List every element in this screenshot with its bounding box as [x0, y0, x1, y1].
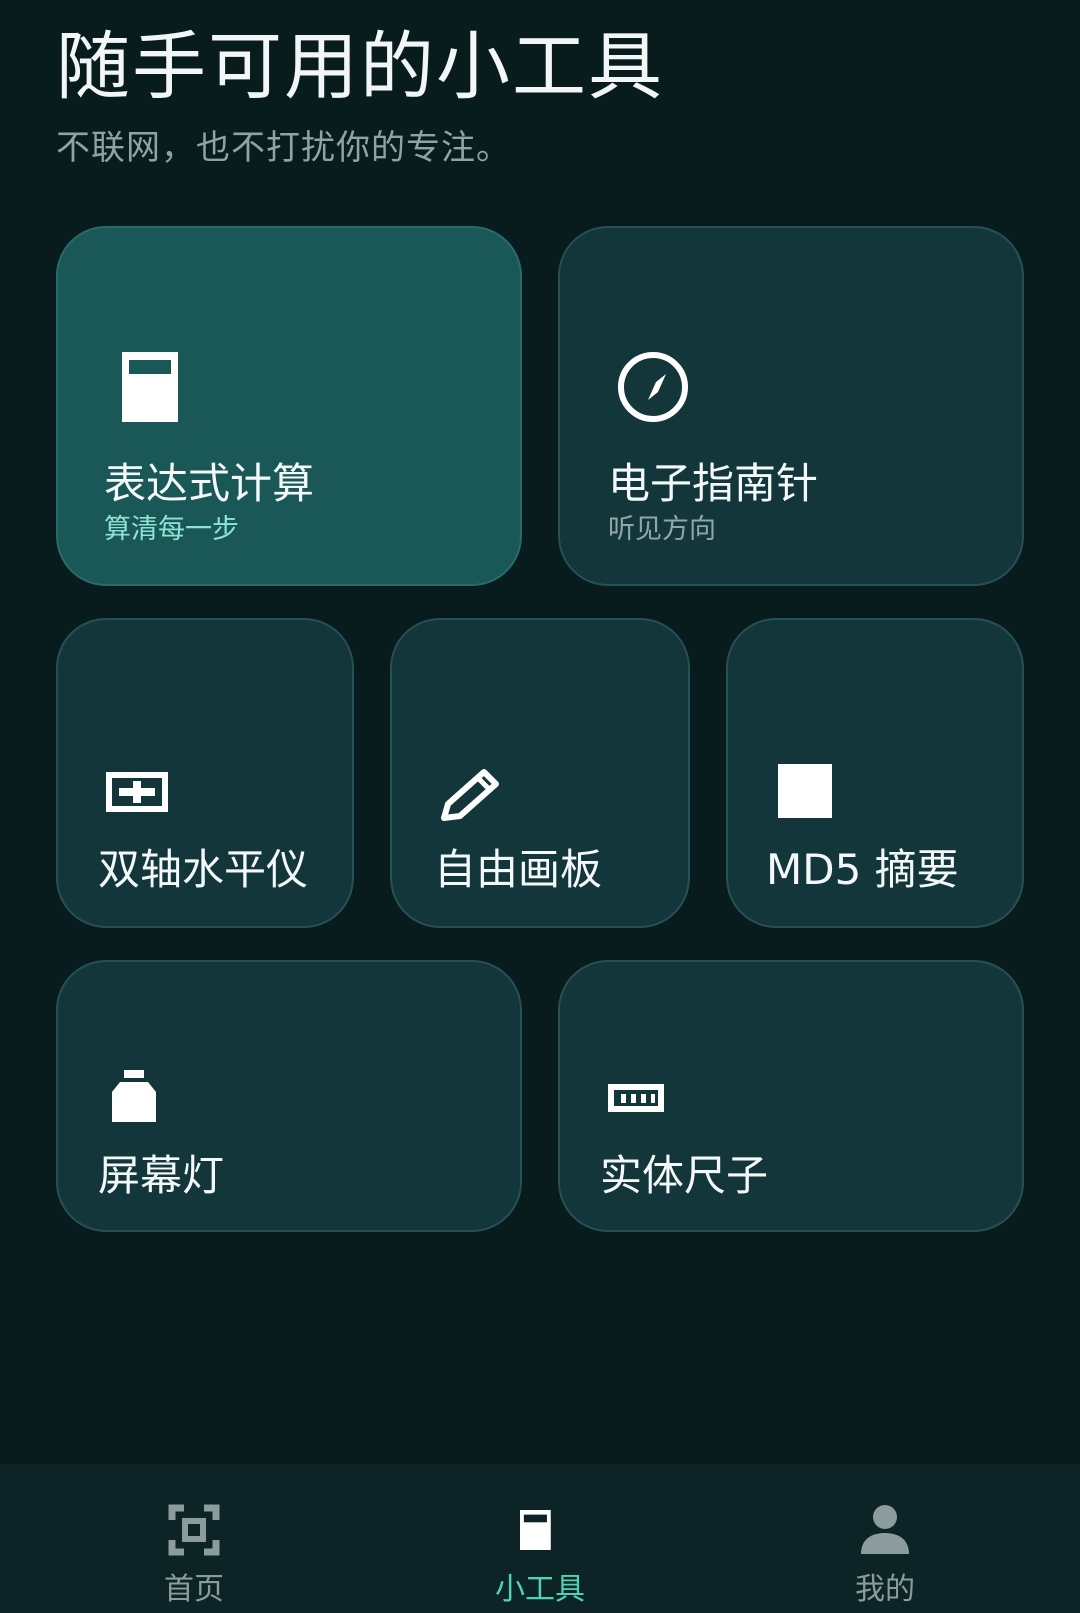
bottom-nav: 首页 小工具 我的: [0, 1464, 1080, 1613]
nav-label: 我的: [855, 1572, 915, 1607]
tool-label: MD5 摘要: [766, 845, 959, 894]
tool-sublabel: 算清每一步: [104, 514, 239, 545]
tool-label: 双轴水平仪: [98, 845, 309, 894]
tool-card-canvas[interactable]: 自由画板: [390, 618, 690, 928]
tool-card-md5[interactable]: MD5 摘要: [726, 618, 1024, 928]
person-icon: [861, 1505, 909, 1554]
ruler-icon: [608, 1084, 664, 1112]
nav-item-home[interactable]: 首页: [94, 1464, 294, 1613]
tool-label: 屏幕灯: [98, 1151, 225, 1200]
level-icon: [106, 772, 168, 812]
nav-label: 小工具: [495, 1572, 585, 1607]
tools-page: 随手可用的小工具 不联网，也不打扰你的专注。 表达式计算 算清每一步 电子指南针…: [0, 0, 1080, 1613]
tool-card-compass[interactable]: 电子指南针 听见方向: [558, 226, 1024, 586]
tool-label: 实体尺子: [600, 1151, 769, 1200]
compass-icon: [618, 352, 688, 422]
tool-label: 自由画板: [434, 845, 603, 894]
square-icon: [778, 764, 832, 818]
tool-card-screen-light[interactable]: 屏幕灯: [56, 960, 522, 1232]
scan-icon: [168, 1504, 220, 1556]
page-subtitle: 不联网，也不打扰你的专注。: [56, 128, 511, 168]
tool-label: 表达式计算: [104, 459, 315, 508]
tool-label: 电子指南针: [608, 459, 819, 508]
calculator-icon: [122, 352, 178, 422]
tool-card-ruler[interactable]: 实体尺子: [558, 960, 1024, 1232]
light-icon: [112, 1070, 156, 1122]
nav-label: 首页: [164, 1572, 224, 1607]
tool-sublabel: 听见方向: [608, 514, 716, 545]
nav-item-me[interactable]: 我的: [785, 1464, 985, 1613]
nav-item-tools[interactable]: 小工具: [440, 1464, 640, 1613]
tool-card-level[interactable]: 双轴水平仪: [56, 618, 354, 928]
calculator-icon: [520, 1510, 551, 1550]
pencil-icon: [441, 769, 499, 821]
tool-card-expression-calculator[interactable]: 表达式计算 算清每一步: [56, 226, 522, 586]
page-title: 随手可用的小工具: [56, 24, 664, 110]
